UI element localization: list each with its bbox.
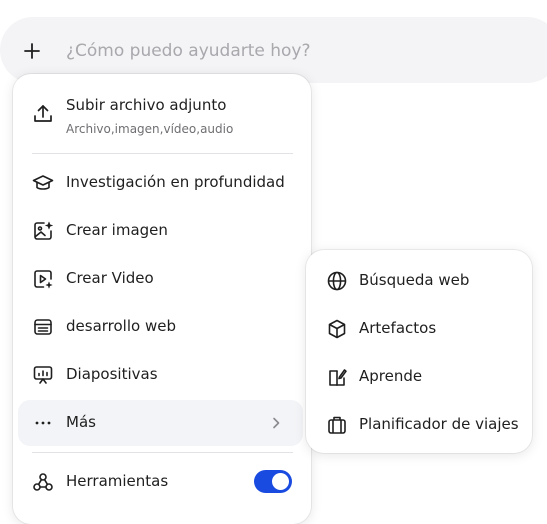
presentation-icon	[31, 363, 55, 387]
web-search-item[interactable]: Búsqueda web	[311, 259, 527, 303]
create-image-item[interactable]: Crear imagen	[18, 208, 303, 254]
create-video-item[interactable]: Crear Video	[18, 256, 303, 302]
plus-icon	[24, 43, 40, 59]
artifacts-item[interactable]: Artefactos	[311, 307, 527, 351]
deep-research-label: Investigación en profundidad	[66, 173, 285, 191]
deep-research-item[interactable]: Investigación en profundidad	[18, 160, 303, 206]
prompt-input[interactable]	[66, 37, 506, 65]
more-dots-icon	[31, 411, 55, 435]
video-play-icon	[31, 267, 55, 291]
divider	[32, 452, 293, 453]
slides-item[interactable]: Diapositivas	[18, 352, 303, 398]
learn-item[interactable]: Aprende	[311, 355, 527, 399]
image-sparkle-icon	[31, 219, 55, 243]
upload-sublabel: Archivo,imagen,vídeo,audio	[66, 122, 234, 136]
create-image-label: Crear imagen	[66, 221, 168, 239]
tools-label: Herramientas	[66, 472, 169, 490]
cube-icon	[325, 317, 349, 341]
divider	[32, 153, 293, 154]
graduation-cap-icon	[31, 171, 55, 195]
web-dev-icon	[31, 315, 55, 339]
attachment-menu: Subir archivo adjunto Archivo,imagen,víd…	[13, 74, 311, 524]
tools-icon	[31, 470, 55, 494]
trip-planner-item[interactable]: Planificador de viajes	[311, 403, 527, 447]
slides-label: Diapositivas	[66, 365, 158, 383]
artifacts-label: Artefactos	[359, 319, 437, 337]
chevron-right-icon	[267, 414, 285, 432]
globe-icon	[325, 269, 349, 293]
more-submenu: Búsqueda web Artefactos Aprende Planific…	[306, 250, 532, 453]
more-item[interactable]: Más	[18, 400, 303, 446]
upload-attachment-item[interactable]: Subir archivo adjunto Archivo,imagen,víd…	[18, 88, 303, 146]
create-video-label: Crear Video	[66, 269, 154, 287]
upload-label: Subir archivo adjunto	[66, 96, 227, 114]
tools-toggle[interactable]	[254, 470, 292, 493]
toggle-knob	[272, 473, 289, 490]
add-button[interactable]	[18, 37, 46, 65]
more-label: Más	[66, 413, 96, 431]
learn-label: Aprende	[359, 367, 423, 385]
web-dev-item[interactable]: desarrollo web	[18, 304, 303, 350]
book-edit-icon	[325, 365, 349, 389]
suitcase-icon	[325, 413, 349, 437]
web-search-label: Búsqueda web	[359, 271, 470, 289]
trip-planner-label: Planificador de viajes	[359, 415, 519, 433]
upload-icon	[31, 102, 55, 126]
web-dev-label: desarrollo web	[66, 317, 176, 335]
